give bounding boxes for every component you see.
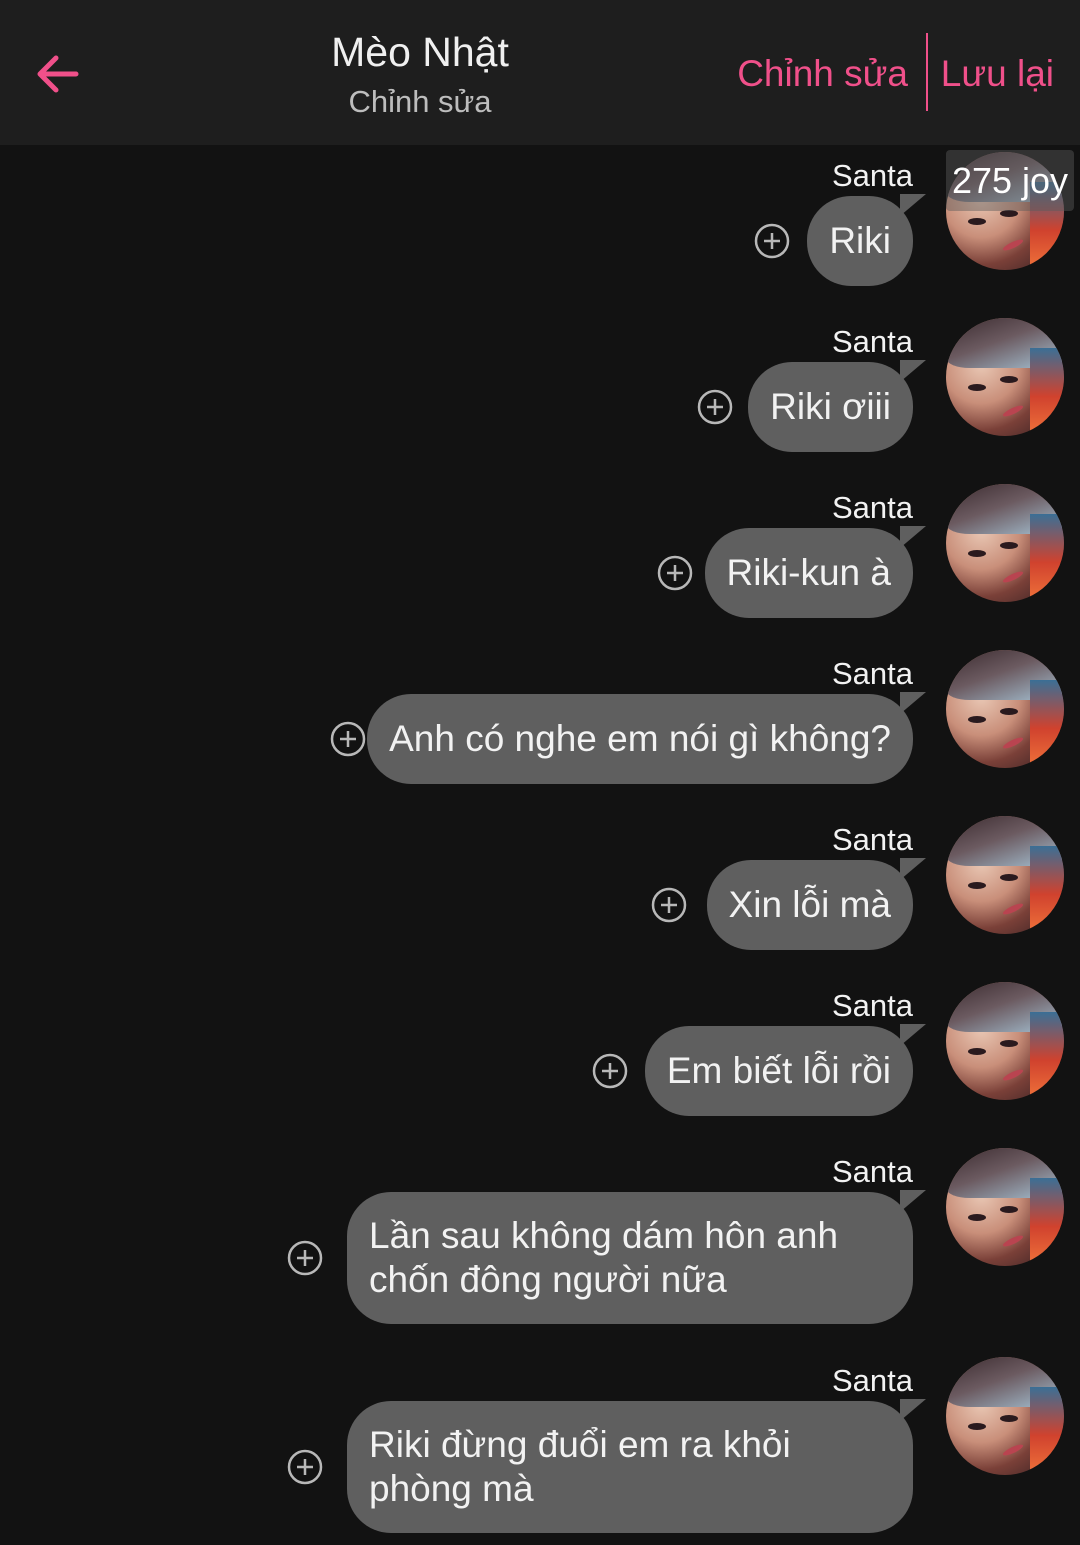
add-circle-icon[interactable] bbox=[657, 555, 693, 591]
message-bubble[interactable]: Riki ơiii bbox=[748, 362, 913, 452]
avatar[interactable] bbox=[946, 650, 1064, 768]
message-bubble[interactable]: Anh có nghe em nói gì không? bbox=[367, 694, 913, 784]
page-subtitle: Chỉnh sửa bbox=[348, 84, 492, 119]
add-circle-icon[interactable] bbox=[330, 721, 366, 757]
add-circle-icon[interactable] bbox=[651, 887, 687, 923]
title-block: Mèo Nhật Chỉnh sửa bbox=[220, 28, 620, 122]
joy-count-badge: 275 joy bbox=[946, 150, 1074, 211]
edit-button[interactable]: Chỉnh sửa bbox=[737, 52, 908, 96]
add-circle-icon[interactable] bbox=[754, 223, 790, 259]
add-circle-icon[interactable] bbox=[287, 1449, 323, 1485]
sender-name: Santa bbox=[831, 158, 913, 193]
page-title: Mèo Nhật bbox=[331, 29, 509, 75]
message-bubble[interactable]: Riki-kun à bbox=[704, 528, 913, 618]
avatar[interactable] bbox=[946, 318, 1064, 436]
sender-name: Santa bbox=[831, 988, 913, 1023]
top-bar: Mèo Nhật Chỉnh sửa Chỉnh sửa Lưu lại bbox=[0, 0, 1080, 145]
add-circle-icon[interactable] bbox=[592, 1053, 628, 1089]
header-divider bbox=[926, 33, 928, 111]
avatar[interactable] bbox=[946, 816, 1064, 934]
sender-name: Santa bbox=[831, 656, 913, 691]
message-bubble[interactable]: Em biết lỗi rồi bbox=[644, 1026, 913, 1116]
sender-name: Santa bbox=[831, 324, 913, 359]
back-button[interactable] bbox=[30, 46, 86, 102]
message-bubble[interactable]: Xin lỗi mà bbox=[706, 860, 913, 950]
sender-name: Santa bbox=[831, 1154, 913, 1189]
sender-name: Santa bbox=[831, 1363, 913, 1398]
message-bubble[interactable]: Riki bbox=[807, 196, 913, 286]
message-bubble[interactable]: Riki đừng đuổi em ra khỏi phòng mà bbox=[347, 1401, 913, 1533]
avatar[interactable] bbox=[946, 484, 1064, 602]
sender-name: Santa bbox=[831, 490, 913, 525]
add-circle-icon[interactable] bbox=[697, 389, 733, 425]
message-bubble[interactable]: Lần sau không dám hôn anh chốn đông ngườ… bbox=[347, 1192, 913, 1324]
save-button[interactable]: Lưu lại bbox=[941, 52, 1054, 96]
avatar[interactable] bbox=[946, 1148, 1064, 1266]
avatar[interactable] bbox=[946, 982, 1064, 1100]
avatar[interactable] bbox=[946, 1357, 1064, 1475]
sender-name: Santa bbox=[831, 822, 913, 857]
arrow-left-icon bbox=[37, 55, 79, 93]
add-circle-icon[interactable] bbox=[287, 1240, 323, 1276]
